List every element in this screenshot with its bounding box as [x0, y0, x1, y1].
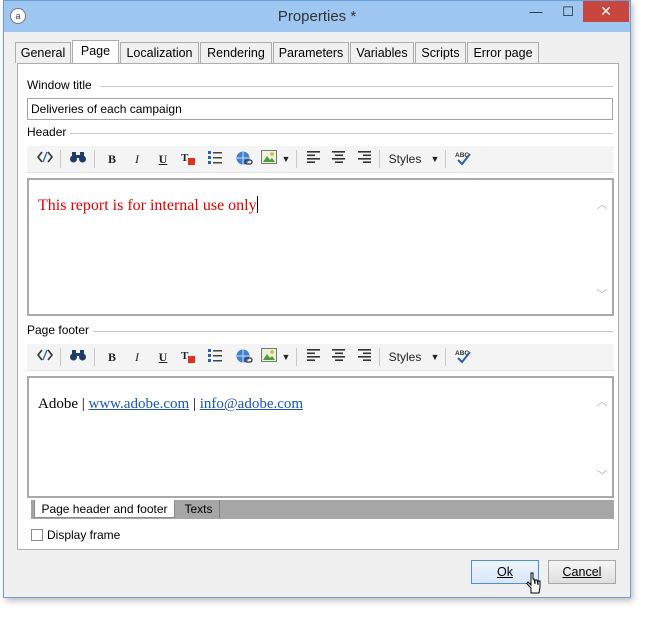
cancel-button[interactable]: Cancel [548, 560, 616, 584]
email-link[interactable]: info@adobe.com [200, 396, 303, 412]
styles-dropdown-arrow-icon[interactable]: ▼ [430, 348, 440, 366]
find-binoculars-icon[interactable] [67, 348, 89, 366]
toolbar-separator [296, 150, 297, 168]
svg-text:T: T [181, 152, 189, 164]
styles-dropdown[interactable]: Styles [387, 348, 423, 366]
underline-icon[interactable]: U [155, 348, 171, 366]
styles-dropdown-arrow-icon[interactable]: ▼ [430, 150, 440, 168]
find-binoculars-icon[interactable] [67, 150, 89, 168]
align-center-icon[interactable] [331, 348, 347, 366]
text-color-icon[interactable]: T [179, 150, 197, 168]
bold-icon[interactable]: B [104, 348, 120, 366]
footer-toolbar: B I U T ▼ Styles ▼ ABC [27, 344, 614, 371]
tab-texts[interactable]: Texts [178, 500, 220, 518]
tab-error-page[interactable]: Error page [467, 42, 539, 63]
footer-editor[interactable]: Adobe | www.adobe.com | info@adobe.com ︿… [27, 376, 614, 498]
toolbar-separator [445, 150, 446, 168]
align-right-icon[interactable] [357, 150, 373, 168]
cancel-button-label: Cancel [562, 565, 602, 579]
page-footer-label: Page footer [27, 323, 90, 337]
svg-text:T: T [181, 350, 189, 362]
bullet-list-icon[interactable] [206, 150, 224, 168]
ok-button-label: Ok [497, 565, 513, 579]
source-code-icon[interactable] [35, 150, 55, 168]
toolbar-separator [60, 150, 61, 168]
italic-icon[interactable]: I [129, 348, 145, 366]
minimize-button[interactable]: — [523, 2, 549, 24]
header-editor[interactable]: This report is for internal use only ︿ ﹀ [27, 178, 614, 316]
footer-brand-text: Adobe [38, 396, 78, 412]
scroll-up-icon[interactable]: ︿ [595, 196, 609, 212]
display-frame-checkbox[interactable] [31, 529, 43, 541]
tab-scripts[interactable]: Scripts [415, 42, 466, 63]
display-frame-label: Display frame [47, 528, 121, 542]
header-toolbar: B I U T ▼ Styles ▼ ABC [27, 146, 614, 173]
divider [93, 331, 613, 332]
toolbar-separator [379, 348, 380, 366]
toolbar-separator [445, 348, 446, 366]
insert-image-icon[interactable] [260, 348, 278, 366]
tab-rendering[interactable]: Rendering [200, 42, 272, 63]
insert-image-icon[interactable] [260, 150, 278, 168]
image-dropdown-icon[interactable]: ▼ [281, 348, 291, 366]
toolbar-separator [60, 348, 61, 366]
scroll-up-icon[interactable]: ︿ [595, 393, 609, 409]
toolbar-separator [296, 348, 297, 366]
tab-parameters[interactable]: Parameters [273, 42, 349, 63]
italic-icon[interactable]: I [129, 150, 145, 168]
tab-page-header-and-footer[interactable]: Page header and footer [34, 500, 175, 518]
editor-mode-tabs: Page header and footer Texts [31, 500, 614, 519]
align-left-icon[interactable] [306, 348, 322, 366]
scroll-down-icon[interactable]: ﹀ [595, 286, 609, 302]
window-title-input[interactable]: Deliveries of each campaign [27, 98, 613, 120]
align-center-icon[interactable] [331, 150, 347, 168]
align-left-icon[interactable] [306, 150, 322, 168]
underline-icon[interactable]: U [155, 150, 171, 168]
source-code-icon[interactable] [35, 348, 55, 366]
tab-general[interactable]: General [15, 42, 71, 63]
close-button[interactable]: ✕ [583, 1, 629, 22]
text-caret [256, 196, 258, 213]
insert-link-icon[interactable] [234, 348, 254, 366]
tab-page[interactable]: Page [72, 40, 119, 64]
align-right-icon[interactable] [357, 348, 373, 366]
divider [100, 86, 613, 87]
toolbar-separator [94, 348, 95, 366]
maximize-button[interactable]: ☐ [555, 2, 581, 24]
tab-localization[interactable]: Localization [120, 42, 199, 63]
styles-dropdown[interactable]: Styles [387, 150, 423, 168]
divider [70, 133, 613, 134]
image-dropdown-icon[interactable]: ▼ [281, 150, 291, 168]
toolbar-separator [379, 150, 380, 168]
header-content-text: This report is for internal use only [38, 196, 258, 215]
spell-check-icon[interactable]: ABC [453, 150, 473, 168]
window-title-label: Window title [27, 78, 92, 92]
properties-window: a Properties * — ☐ ✕ General Page Locali… [3, 0, 631, 598]
tab-variables[interactable]: Variables [350, 42, 414, 63]
header-label: Header [27, 125, 67, 139]
bullet-list-icon[interactable] [206, 348, 224, 366]
footer-separator: | [81, 396, 85, 412]
spell-check-icon[interactable]: ABC [453, 348, 473, 366]
footer-content: Adobe | www.adobe.com | info@adobe.com [38, 396, 303, 413]
text-color-icon[interactable]: T [179, 348, 197, 366]
website-link[interactable]: www.adobe.com [89, 396, 190, 412]
insert-link-icon[interactable] [234, 150, 254, 168]
toolbar-separator [94, 150, 95, 168]
header-text: This report is for internal use only [38, 197, 257, 214]
bold-icon[interactable]: B [104, 150, 120, 168]
scroll-down-icon[interactable]: ﹀ [595, 467, 609, 483]
footer-separator: | [192, 396, 196, 412]
